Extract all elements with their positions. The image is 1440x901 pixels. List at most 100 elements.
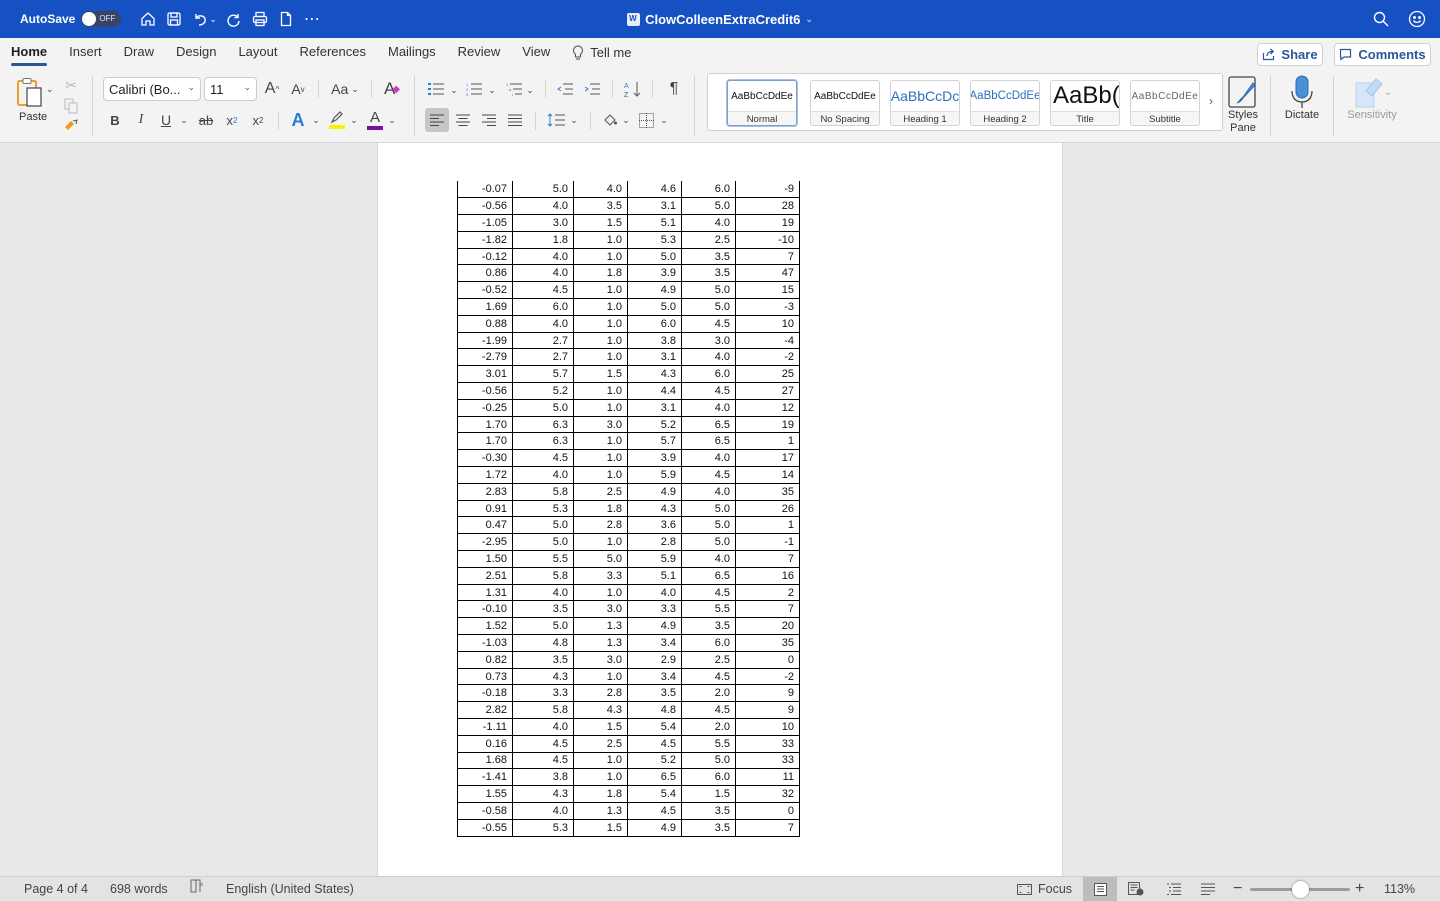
table-cell[interactable]: 1.0 bbox=[573, 533, 628, 552]
clear-formatting-icon[interactable]: A ◆ bbox=[380, 78, 404, 100]
table-cell[interactable]: 2.7 bbox=[512, 331, 574, 350]
table-cell[interactable]: 3.5 bbox=[627, 684, 682, 703]
table-cell[interactable]: 4.5 bbox=[627, 734, 682, 753]
autosave-toggle[interactable]: OFF bbox=[81, 11, 122, 27]
table-cell[interactable]: 3.1 bbox=[627, 197, 682, 216]
borders-icon[interactable] bbox=[636, 108, 656, 132]
table-cell[interactable]: 5.3 bbox=[512, 818, 574, 837]
table-cell[interactable]: -2 bbox=[735, 667, 800, 686]
superscript-button[interactable]: x2 bbox=[248, 110, 268, 130]
table-cell[interactable]: 6.5 bbox=[681, 415, 736, 434]
table-cell[interactable]: 3.5 bbox=[512, 600, 574, 619]
undo-dropdown-icon[interactable]: ⌄ bbox=[209, 14, 217, 25]
table-cell[interactable]: 2.8 bbox=[627, 533, 682, 552]
table-cell[interactable]: 2.7 bbox=[512, 348, 574, 367]
paste-button[interactable] bbox=[14, 76, 48, 110]
align-center-button[interactable] bbox=[452, 108, 474, 132]
table-cell[interactable]: 1.3 bbox=[573, 801, 628, 820]
table-cell[interactable]: 5.2 bbox=[627, 415, 682, 434]
table-cell[interactable]: 7 bbox=[735, 247, 800, 266]
table-cell[interactable]: 2.5 bbox=[573, 734, 628, 753]
table-cell[interactable]: 5.8 bbox=[512, 482, 574, 501]
table-cell[interactable]: 1.3 bbox=[573, 634, 628, 652]
highlight-color-button[interactable] bbox=[326, 109, 348, 131]
table-cell[interactable]: 0 bbox=[735, 801, 800, 820]
bullets-dropdown-icon[interactable]: ⌄ bbox=[448, 80, 460, 100]
table-cell[interactable]: 9 bbox=[735, 701, 800, 719]
table-cell[interactable]: 4.9 bbox=[627, 818, 682, 837]
table-cell[interactable]: 5.7 bbox=[512, 365, 574, 384]
table-cell[interactable]: 3.5 bbox=[512, 650, 574, 669]
table-cell[interactable]: 3.3 bbox=[573, 566, 628, 585]
title-chevron-down-icon[interactable]: ⌄ bbox=[805, 14, 813, 25]
table-cell[interactable]: -9 bbox=[735, 181, 800, 199]
table-cell[interactable]: 35 bbox=[735, 482, 800, 501]
table-cell[interactable]: 5.0 bbox=[573, 550, 628, 568]
table-cell[interactable]: 6.5 bbox=[627, 768, 682, 787]
font-color-button[interactable]: A bbox=[364, 108, 386, 132]
table-cell[interactable]: 10 bbox=[735, 718, 800, 736]
table-cell[interactable]: 1.5 bbox=[573, 818, 628, 837]
zoom-in-button[interactable]: + bbox=[1355, 877, 1364, 901]
table-cell[interactable]: 3.1 bbox=[627, 398, 682, 417]
subscript-button[interactable]: x2 bbox=[222, 110, 242, 130]
table-cell[interactable]: 2.83 bbox=[457, 482, 513, 501]
table-cell[interactable]: 1.0 bbox=[573, 466, 628, 484]
table-cell[interactable]: 16 bbox=[735, 566, 800, 585]
table-cell[interactable]: 4.6 bbox=[627, 181, 682, 199]
tell-me-search[interactable]: Tell me bbox=[561, 38, 642, 68]
highlight-dropdown-icon[interactable]: ⌄ bbox=[348, 110, 360, 130]
table-cell[interactable]: -1.99 bbox=[457, 331, 513, 350]
table-cell[interactable]: 4.0 bbox=[681, 348, 736, 367]
font-name-combo[interactable]: Calibri (Bo... ⌄ bbox=[103, 77, 201, 101]
copy-icon[interactable] bbox=[62, 97, 80, 115]
sensitivity-button[interactable]: ⌄ Sensitivity bbox=[1342, 75, 1402, 121]
dictate-button[interactable]: Dictate bbox=[1280, 75, 1324, 121]
table-cell[interactable]: 3.9 bbox=[627, 449, 682, 468]
table-cell[interactable]: 3.8 bbox=[512, 768, 574, 787]
table-cell[interactable]: 2.0 bbox=[681, 684, 736, 703]
align-left-button[interactable] bbox=[425, 108, 449, 132]
table-cell[interactable]: 5.0 bbox=[681, 533, 736, 552]
table-cell[interactable]: 4.9 bbox=[627, 482, 682, 501]
table-cell[interactable]: -0.07 bbox=[457, 181, 513, 199]
table-cell[interactable]: 4.0 bbox=[681, 482, 736, 501]
table-cell[interactable]: 4.3 bbox=[573, 701, 628, 719]
tab-view[interactable]: View bbox=[511, 38, 561, 68]
table-cell[interactable]: 12 bbox=[735, 398, 800, 417]
table-cell[interactable]: 3.5 bbox=[681, 247, 736, 266]
table-cell[interactable]: 1.31 bbox=[457, 583, 513, 602]
table-cell[interactable]: -2 bbox=[735, 348, 800, 367]
table-cell[interactable]: 5.8 bbox=[512, 566, 574, 585]
table-cell[interactable]: 4.3 bbox=[512, 667, 574, 686]
table-cell[interactable]: 1 bbox=[735, 432, 800, 451]
table-cell[interactable]: 27 bbox=[735, 382, 800, 400]
table-cell[interactable]: 4.5 bbox=[681, 583, 736, 602]
table-cell[interactable]: 3.3 bbox=[627, 600, 682, 619]
table-cell[interactable]: 4.0 bbox=[573, 181, 628, 199]
table-cell[interactable]: 5.0 bbox=[681, 298, 736, 316]
show-formatting-marks-icon[interactable]: ¶ bbox=[664, 78, 684, 100]
table-cell[interactable]: 4.0 bbox=[512, 466, 574, 484]
table-cell[interactable]: 9 bbox=[735, 684, 800, 703]
table-cell[interactable]: 1.8 bbox=[573, 499, 628, 518]
decrease-indent-icon[interactable] bbox=[555, 78, 575, 100]
page-count[interactable]: Page 4 of 4 bbox=[24, 877, 88, 901]
table-cell[interactable]: -0.56 bbox=[457, 382, 513, 400]
align-right-button[interactable] bbox=[478, 108, 500, 132]
print-icon[interactable] bbox=[247, 8, 273, 30]
table-cell[interactable]: -2.95 bbox=[457, 533, 513, 552]
table-cell[interactable]: 4.5 bbox=[681, 701, 736, 719]
table-cell[interactable]: 0.47 bbox=[457, 516, 513, 535]
styles-gallery-next-icon[interactable]: › bbox=[1209, 94, 1213, 108]
table-cell[interactable]: 4.0 bbox=[681, 449, 736, 468]
table-cell[interactable]: 0.16 bbox=[457, 734, 513, 753]
table-cell[interactable]: -1.82 bbox=[457, 230, 513, 249]
table-cell[interactable]: 4.3 bbox=[627, 499, 682, 518]
print-layout-view-button[interactable] bbox=[1083, 877, 1117, 901]
table-cell[interactable]: 3.3 bbox=[512, 684, 574, 703]
table-cell[interactable]: 5.0 bbox=[681, 197, 736, 216]
table-cell[interactable]: 5.2 bbox=[512, 382, 574, 400]
sort-icon[interactable]: AZ bbox=[622, 78, 644, 100]
draft-view-button[interactable] bbox=[1191, 877, 1225, 901]
